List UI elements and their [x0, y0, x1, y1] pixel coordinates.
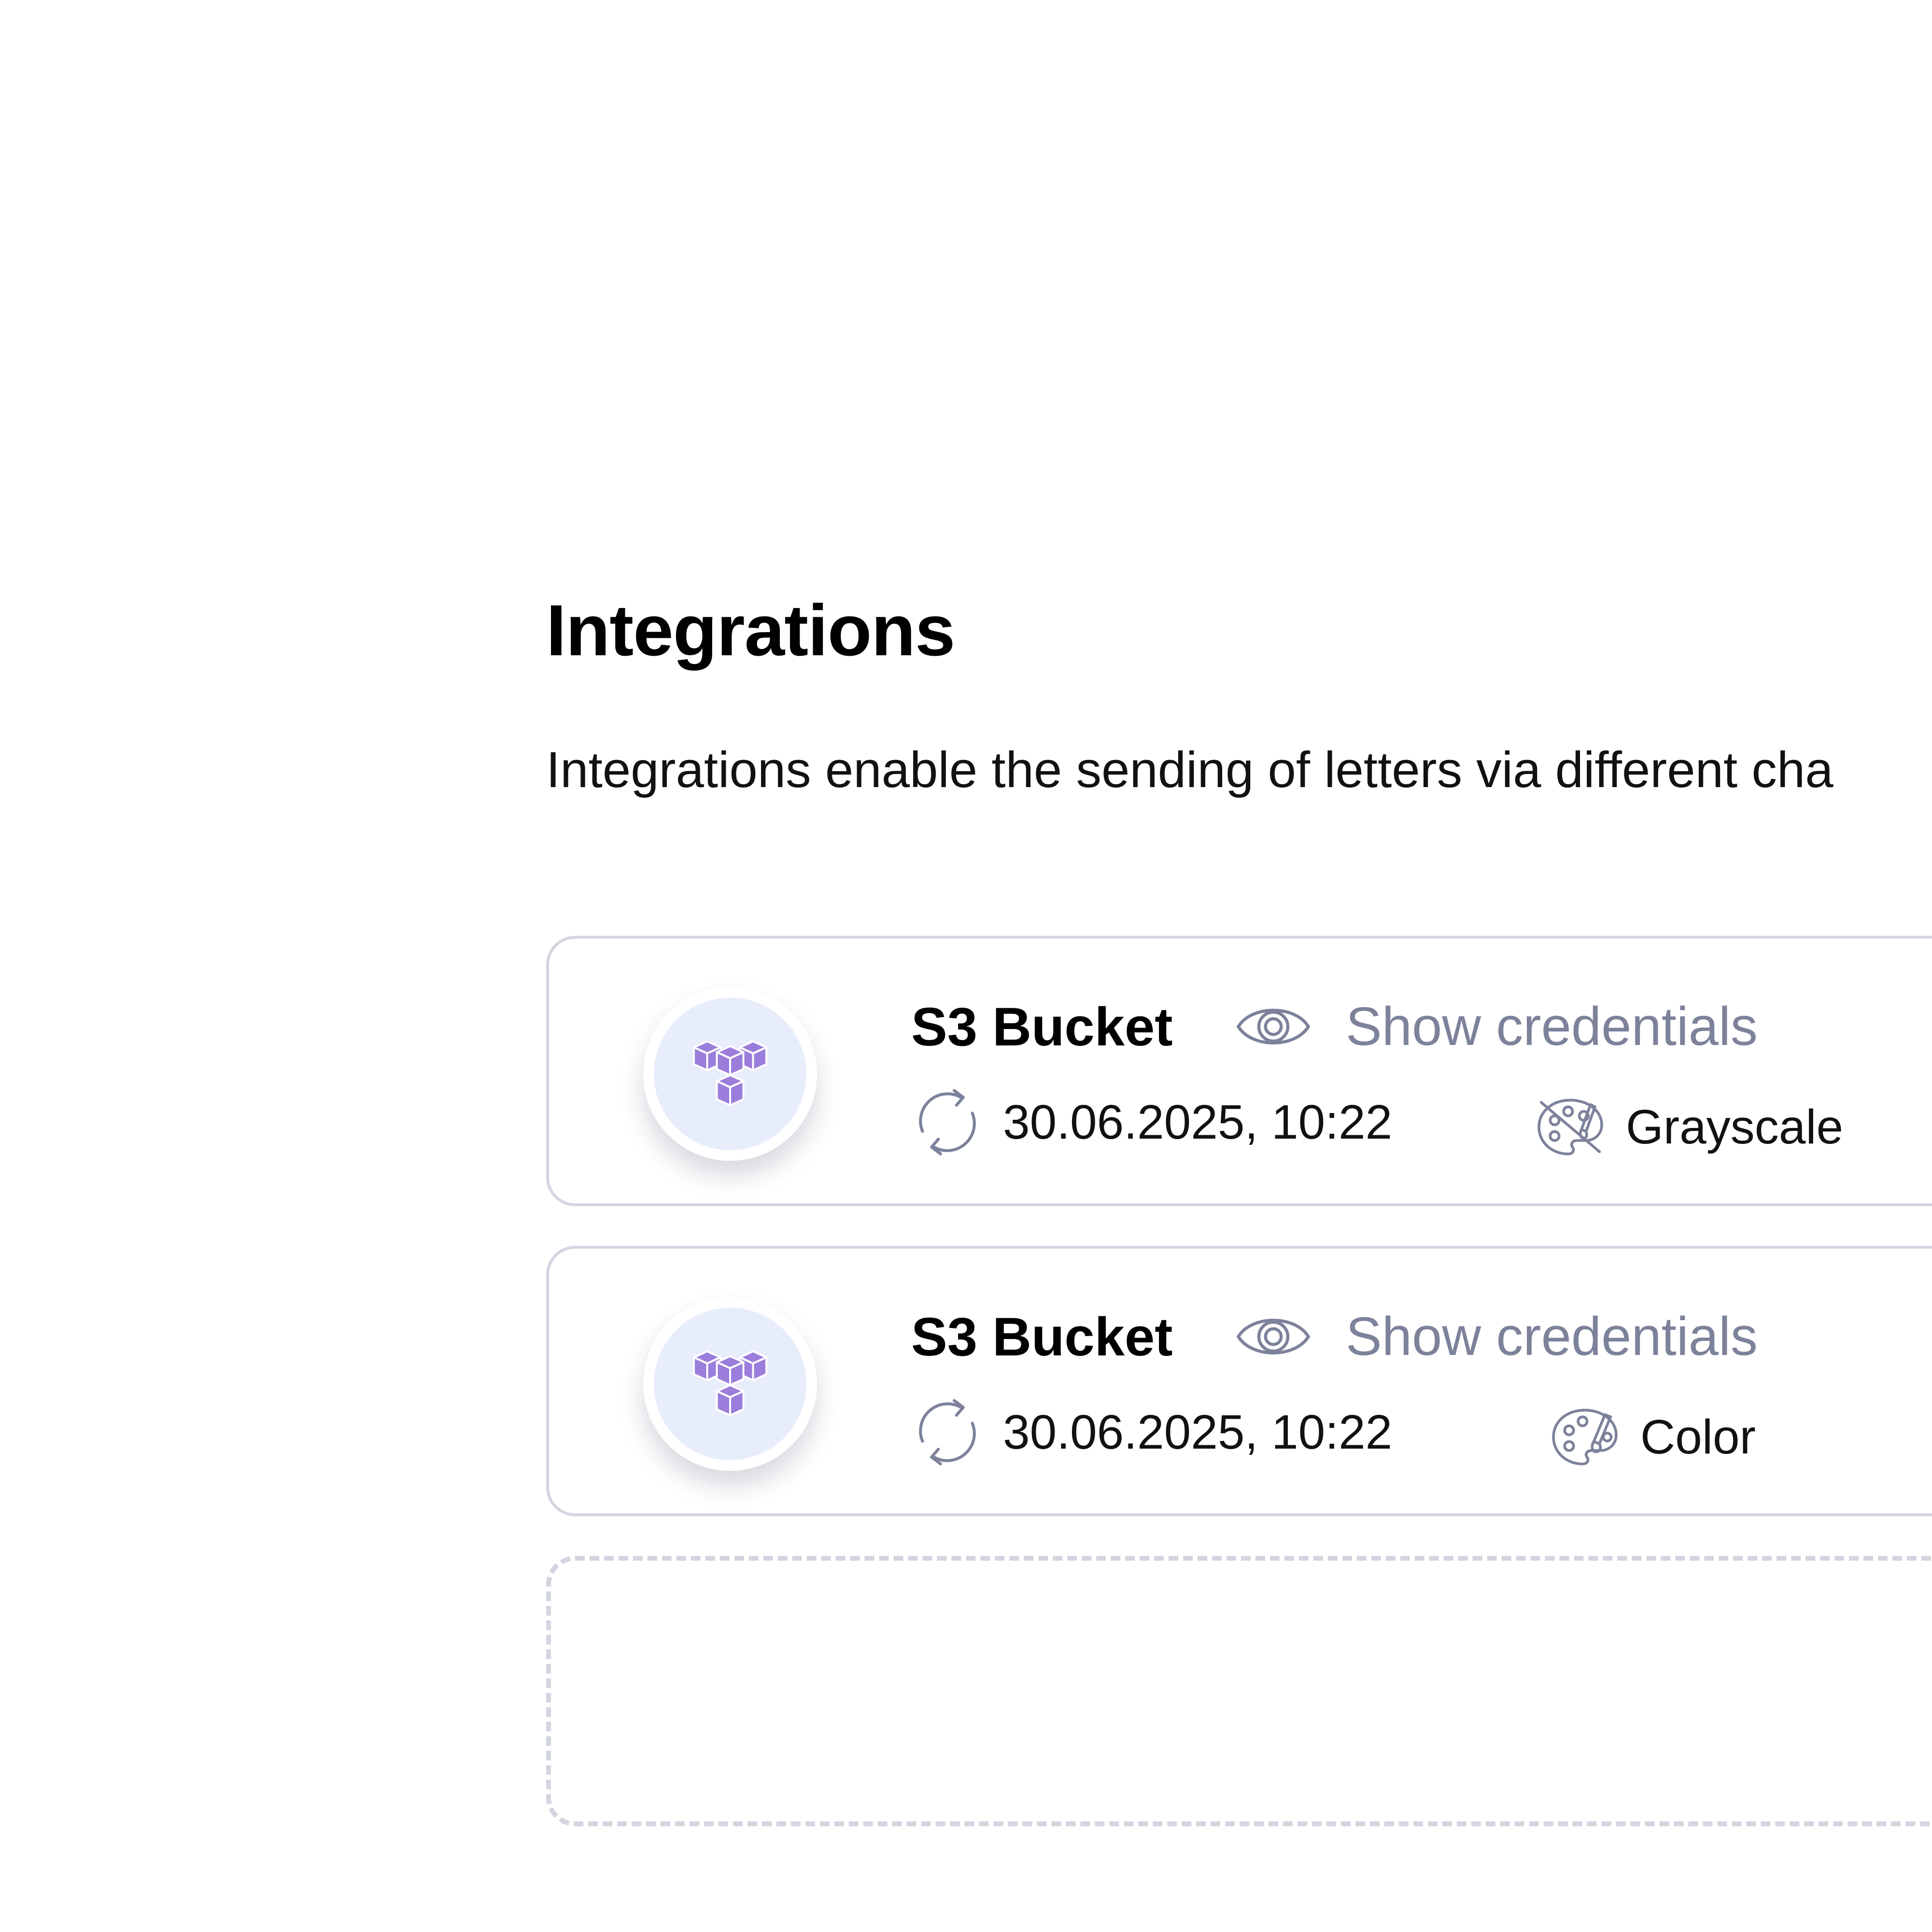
sync-icon: [919, 1089, 976, 1156]
integration-avatar: [643, 987, 817, 1161]
page-title: Integrations: [546, 590, 955, 671]
color-mode-label: Color: [1640, 1410, 1756, 1464]
show-credentials-button[interactable]: Show credentials: [1235, 1303, 1758, 1370]
show-credentials-label: Show credentials: [1346, 1306, 1758, 1367]
last-sync: 30.06.2025, 10:22: [911, 1086, 1392, 1158]
integration-name: S3 Bucket: [911, 997, 1173, 1057]
palette-icon: [1552, 1409, 1618, 1466]
s3-bucket-icon: [693, 1350, 767, 1416]
sync-icon: [919, 1399, 976, 1466]
last-sync-time: 30.06.2025, 10:22: [1003, 1095, 1393, 1149]
color-mode-label: Grayscale: [1626, 1100, 1844, 1154]
add-integration-placeholder[interactable]: [546, 1556, 1932, 1826]
eye-icon: [1236, 1319, 1311, 1354]
integration-card[interactable]: S3 Bucket Show credentials 30.06.2025, 1…: [546, 936, 1932, 1206]
last-sync: 30.06.2025, 10:22: [911, 1396, 1392, 1468]
show-credentials-label: Show credentials: [1346, 996, 1758, 1057]
integration-card[interactable]: S3 Bucket Show credentials 30.06.2025, 1…: [546, 1246, 1932, 1516]
color-mode: Grayscale: [1534, 1093, 1843, 1161]
integration-avatar: [643, 1297, 817, 1471]
show-credentials-button[interactable]: Show credentials: [1235, 993, 1758, 1060]
integration-name: S3 Bucket: [911, 1307, 1173, 1367]
last-sync-time: 30.06.2025, 10:22: [1003, 1405, 1393, 1459]
s3-bucket-icon: [693, 1040, 767, 1106]
color-mode: Color: [1549, 1403, 1756, 1471]
page-description: Integrations enable the sending of lette…: [546, 742, 1833, 798]
palette-off-icon: [1537, 1099, 1603, 1156]
eye-icon: [1236, 1009, 1311, 1044]
